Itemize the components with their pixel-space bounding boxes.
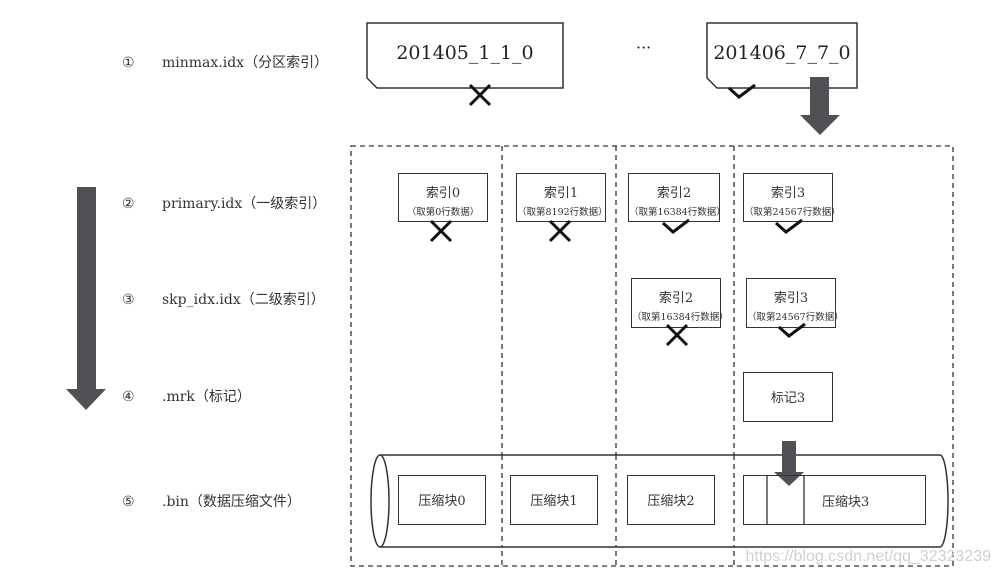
check-icon	[777, 322, 806, 338]
result-marks	[429, 83, 806, 347]
cross-icon	[468, 83, 492, 107]
check-icon	[727, 83, 756, 99]
cross-icon	[429, 219, 453, 243]
cross-icon	[665, 323, 689, 347]
check-icon	[661, 218, 690, 234]
check-icon	[774, 218, 803, 234]
watermark: https://blog.csdn.net/qq_32323239	[745, 548, 991, 565]
cross-icon	[548, 219, 572, 243]
